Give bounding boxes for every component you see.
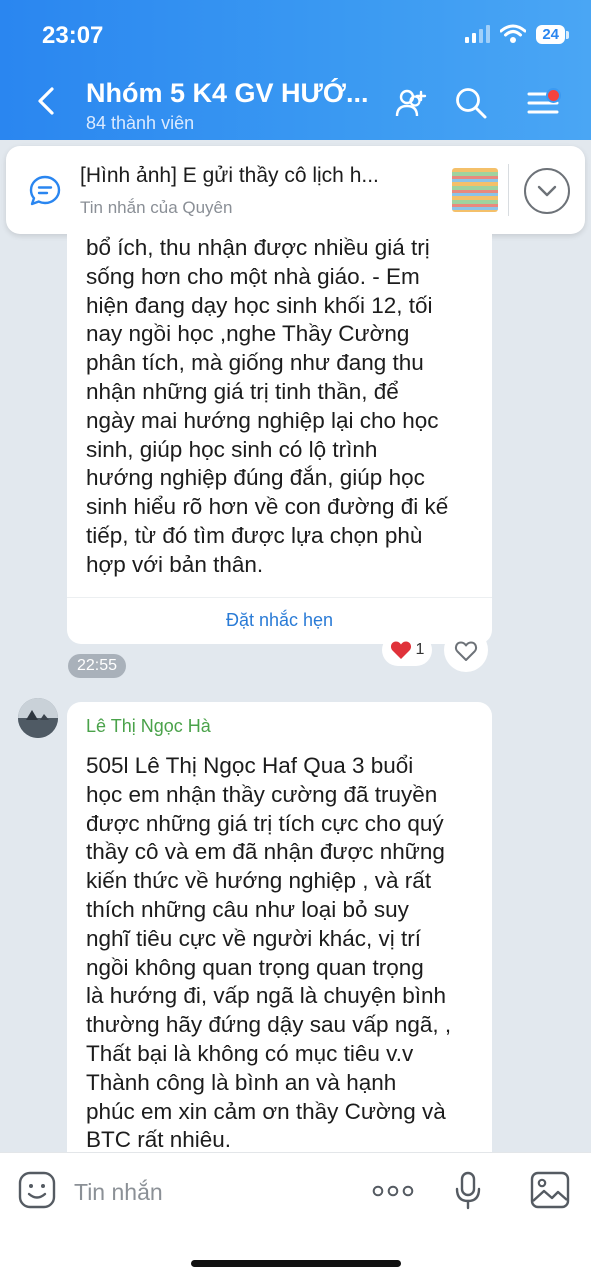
heart-icon <box>390 640 412 660</box>
group-title[interactable]: Nhóm 5 K4 GV HƯỚ... <box>86 78 368 109</box>
back-arrow-icon[interactable] <box>32 86 62 116</box>
message-bubble[interactable]: Lê Thị Ngọc Hà 505l Lê Thị Ngọc Haf Qua … <box>67 702 492 1182</box>
bubble-divider <box>67 597 492 598</box>
pinned-title: [Hình ảnh] E gửi thầy cô lịch h... <box>80 164 379 188</box>
heart-outline-icon <box>444 628 488 672</box>
pinned-subtitle: Tin nhắn của Quyên <box>80 198 232 218</box>
avatar-image <box>18 698 58 738</box>
pinned-divider <box>508 164 509 216</box>
message-bubble[interactable]: bổ ích, thu nhận được nhiều giá trị sống… <box>67 234 492 644</box>
expand-pinned-button[interactable] <box>524 168 570 214</box>
microphone-icon[interactable] <box>455 1171 481 1211</box>
home-indicator[interactable] <box>191 1260 401 1267</box>
sender-name[interactable]: Lê Thị Ngọc Hà <box>86 716 211 737</box>
message-text: bổ ích, thu nhận được nhiều giá trị sống… <box>86 234 486 580</box>
message-time: 22:55 <box>68 654 126 678</box>
pinned-message[interactable]: [Hình ảnh] E gửi thầy cô lịch h... Tin n… <box>6 146 585 234</box>
status-icons: 24 <box>465 24 565 44</box>
message-text: 505l Lê Thị Ngọc Haf Qua 3 buổi học em n… <box>86 752 486 1155</box>
chevron-down-icon <box>526 170 568 212</box>
image-icon[interactable] <box>530 1171 570 1209</box>
battery-icon: 24 <box>536 25 565 44</box>
wifi-icon <box>500 24 526 44</box>
avatar[interactable] <box>18 698 58 738</box>
notification-dot <box>546 88 561 103</box>
more-options-icon[interactable] <box>372 1185 414 1197</box>
app-header: 23:07 24 Nhóm 5 K4 GV HƯỚ... 84 thành vi… <box>0 0 591 140</box>
chat-bubble-icon <box>28 174 62 208</box>
sticker-icon[interactable] <box>18 1171 56 1209</box>
pinned-image-thumbnail[interactable] <box>452 168 498 212</box>
member-count: 84 thành viên <box>86 113 194 134</box>
search-icon[interactable] <box>454 86 488 120</box>
reaction-badge[interactable]: 1 <box>382 634 432 666</box>
like-button[interactable] <box>444 628 488 672</box>
message-input[interactable]: Tin nhắn <box>74 1179 163 1206</box>
reaction-count: 1 <box>416 641 425 659</box>
signal-icon <box>465 25 490 43</box>
add-member-icon[interactable] <box>394 86 428 120</box>
set-reminder-link[interactable]: Đặt nhắc hẹn <box>67 610 492 631</box>
status-time: 23:07 <box>42 22 103 50</box>
